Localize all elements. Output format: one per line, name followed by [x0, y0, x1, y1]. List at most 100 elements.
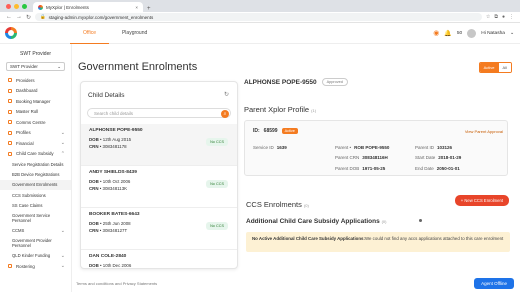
sidebar-item-label: Government Service Personnel [12, 212, 51, 223]
sidebar-item-child-care-subsidy[interactable]: Child Care Subsidy ⌃ [0, 149, 71, 160]
provider-title: SWT Provider [19, 51, 52, 57]
profile-icon[interactable]: ● [502, 14, 505, 20]
sidebar-subitem-government-enrolments[interactable]: Government Enrolments [0, 179, 71, 190]
child-dob-value: 12th Aug 2015 [102, 137, 132, 142]
sidebar-subitem-service-personnel[interactable]: Government Service Personnel [0, 210, 71, 225]
extensions-icon[interactable]: ⧉ [494, 14, 498, 20]
tab-office[interactable]: Office [70, 23, 109, 44]
list-item[interactable]: ALPHONSE POPE-9550 DOB • 12th Aug 2015 C… [81, 124, 237, 166]
maximize-window-icon[interactable] [22, 3, 27, 9]
field-value: ROB POPE-9550 [354, 145, 390, 150]
child-name: DAN COLE-2840 [89, 254, 127, 259]
sidebar-item-master-roll[interactable]: Master Roll [0, 107, 71, 118]
provider-select[interactable]: SWT Provider ⌄ [6, 62, 65, 71]
parent-profile-heading: Parent Xplor Profile (1) [244, 105, 520, 114]
notification-count: 50 [456, 30, 463, 36]
child-dob-value: 10th Dec 2006 [102, 263, 132, 268]
child-dob-value: 25th Jun 2008 [102, 221, 131, 226]
app-header: Office Playground ◉ 🔔 50 Hi Natasha ⌄ [0, 23, 520, 44]
menu-icon[interactable]: ⋮ [509, 14, 514, 20]
view-parent-approval-link[interactable]: View Parent Approval [465, 129, 503, 134]
sidebar-subitem-b2b-device[interactable]: B2B Device Registrations [0, 169, 71, 179]
page-title: Government Enrolments [78, 61, 198, 73]
ccs-enrolments-count: (0) [303, 203, 309, 208]
field-label: Parent DOB [335, 166, 360, 171]
chat-icon [8, 120, 12, 125]
bell-icon[interactable]: 🔔 [444, 30, 451, 37]
new-ccs-enrolment-button[interactable]: + New CCS Enrolment [454, 195, 509, 206]
clipboard-icon [8, 109, 12, 114]
close-tab-icon[interactable]: × [135, 5, 138, 10]
extension-icons: ☆ ⧉ ● ⋮ [486, 14, 514, 20]
list-item[interactable]: ANDY SHIELDS-8439 DOB • 10th Oct 2006 CR… [81, 166, 237, 208]
field-value: 2050-01-01 [436, 166, 460, 171]
sidebar-item-rostering[interactable]: Rostering ⌄ [0, 261, 71, 272]
sidebar-item-label: Profiles [16, 130, 31, 136]
greeting[interactable]: Hi Natasha [481, 31, 505, 36]
list-item[interactable]: BOOKER BATES-6643 DOB • 25th Jun 2008 CR… [81, 208, 237, 250]
sidebar-subitem-ss-case-claims[interactable]: SS Case Claims [0, 200, 71, 210]
toggle-active[interactable]: Active [479, 63, 499, 72]
dot-marker [419, 219, 422, 222]
sidebar-item-financial[interactable]: Financial ⌄ [0, 138, 71, 149]
child-name: ALPHONSE POPE-9550 [89, 128, 143, 133]
chevron-down-icon: ⌄ [60, 263, 65, 270]
footer-links[interactable]: Terms and conditions and Privacy Stateme… [76, 281, 157, 286]
detail-header: ALPHONSE POPE-9550 Approved [244, 78, 520, 86]
sidebar-item-comms-centre[interactable]: Comms Centre [0, 117, 71, 128]
list-item[interactable]: DAN COLE-2840 DOB • 10th Dec 2006 [81, 250, 237, 268]
xplor-logo[interactable] [5, 27, 17, 39]
bookmark-icon[interactable]: ☆ [486, 14, 490, 20]
url-text: staging-admin.myxplor.com/government_enr… [48, 14, 154, 20]
sidebar-item-providers[interactable]: Providers [0, 75, 71, 86]
sidebar-item-dashboard[interactable]: Dashboard [0, 86, 71, 97]
sidebar-item-booking-manager[interactable]: Booking Manager [0, 96, 71, 107]
field-label: Service ID [253, 145, 274, 150]
child-crn-value: 3083481178 [102, 144, 127, 149]
start-date-field: Start Date 2018-01-29 [415, 155, 461, 160]
building-icon [8, 78, 12, 83]
close-window-icon[interactable] [6, 3, 11, 9]
status-badge: No CCS [206, 222, 228, 230]
sidebar-item-profiles[interactable]: Profiles ⌄ [0, 128, 71, 139]
additional-ccs-title: Additional Child Care Subsidy Applicatio… [246, 218, 380, 225]
lock-icon: 🔒 [40, 14, 46, 19]
sidebar-subitem-ccs-submissions[interactable]: CCS Submissions [0, 190, 71, 200]
tab-playground[interactable]: Playground [109, 23, 160, 44]
search-placeholder: Search child details [94, 110, 134, 116]
eye-icon[interactable]: ◉ [433, 29, 439, 37]
field-value: 2018-01-29 [438, 155, 462, 160]
browser-window: MyXplor | Enrolments × + ← → ↻ 🔒 staging… [0, 0, 520, 292]
search-icon[interactable]: ⌕ [221, 109, 229, 118]
toggle-all[interactable]: All [498, 63, 511, 72]
back-icon[interactable]: ← [6, 14, 12, 20]
favicon-icon [38, 4, 43, 10]
header-right: ◉ 🔔 50 Hi Natasha ⌄ [433, 28, 514, 38]
sidebar-subitem-provider-personnel[interactable]: Government Provider Personnel [0, 236, 71, 251]
parent-id-field: Parent ID 103126 [415, 145, 452, 150]
sidebar-item-label: Financial [16, 140, 34, 146]
ccs-enrolments-heading: CCS Enrolments (0) [246, 200, 309, 209]
new-tab-icon[interactable]: + [143, 6, 155, 12]
search-input[interactable]: Search child details ⌕ [87, 108, 231, 118]
forward-icon[interactable]: → [16, 14, 22, 20]
user-icon [8, 130, 12, 135]
chevron-down-icon: ⌄ [57, 63, 61, 69]
reload-icon[interactable]: ↻ [26, 14, 31, 21]
end-date-field: End Date 2050-01-01 [415, 166, 460, 171]
provider-select-value: SWT Provider [10, 64, 38, 69]
field-value: 1971-05-25 [362, 166, 386, 171]
sidebar-subitem-qld-kinder[interactable]: QLD Kinder Funding ⌄ [0, 251, 71, 261]
minimize-window-icon[interactable] [14, 3, 19, 9]
browser-tab[interactable]: MyXplor | Enrolments × [33, 2, 143, 12]
chevron-down-icon[interactable]: ⌄ [510, 31, 514, 36]
url-field[interactable]: 🔒 staging-admin.myxplor.com/government_e… [35, 13, 482, 21]
sidebar-item-label: Child Care Subsidy [16, 151, 54, 157]
sidebar-subitem-ccms[interactable]: CCMS ⌄ [0, 225, 71, 235]
detail-child-name: ALPHONSE POPE-9550 [244, 78, 317, 86]
refresh-icon[interactable]: ↻ [224, 91, 229, 98]
avatar[interactable] [467, 28, 477, 38]
agent-offline-button[interactable]: Agent Offline [474, 278, 514, 289]
sidebar-item-label: CCS Submissions [12, 192, 46, 198]
sidebar-subitem-service-registration[interactable]: Service Registration Details [0, 159, 71, 169]
